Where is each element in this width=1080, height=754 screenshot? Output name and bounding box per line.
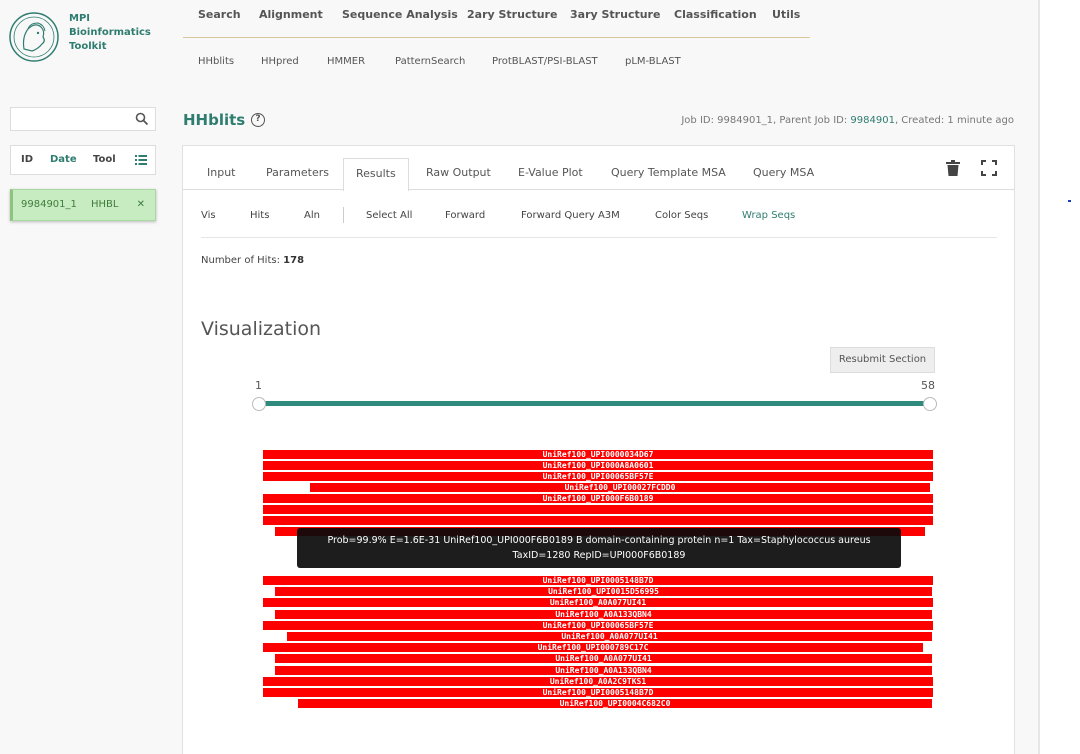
sort-tool[interactable]: Tool [93, 154, 116, 165]
range-max-label: 58 [921, 379, 935, 392]
hit-bar[interactable]: UniRef100_A0A077UI41 [275, 654, 932, 664]
hit-bar[interactable]: UniRef100_UPI0015D56995 [275, 587, 932, 597]
hit-bar[interactable]: UniRef100_UPI00027FCDD0 [310, 483, 930, 492]
job-list-item[interactable]: 9984901_1 HHBL ✕ [10, 189, 156, 221]
trash-icon[interactable] [946, 160, 960, 176]
toolbar-forward-query-a3m[interactable]: Forward Query A3M [521, 210, 620, 221]
range-slider-max-handle[interactable] [923, 397, 937, 411]
hit-bar[interactable]: UniRef100_UPI000F6B0189 [263, 494, 933, 503]
job-search-input[interactable] [11, 108, 126, 130]
job-id-label: Job ID: 9984901_1, Parent Job ID: [681, 115, 851, 126]
hit-count: Number of Hits: 178 [201, 255, 304, 266]
hit-bar[interactable]: UniRef100_UPI0005148B7D [263, 688, 933, 697]
tool-hmmer[interactable]: HMMER [327, 56, 365, 67]
brand-name: MPI Bioinformatics Toolkit [69, 12, 151, 54]
hit-bar[interactable]: UniRef100_A0A133QBN4 [275, 665, 932, 675]
toolbar-hits[interactable]: Hits [250, 210, 269, 221]
tool-hhblits[interactable]: HHblits [198, 56, 234, 67]
hit-bar[interactable]: UniRef100_UPI000789C17C [263, 643, 923, 653]
brand-line-1: MPI [69, 13, 91, 24]
job-list-header: ID Date Tool [10, 145, 156, 175]
job-meta: Job ID: 9984901_1, Parent Job ID: 998490… [681, 115, 1014, 126]
cursor-mark [1068, 200, 1071, 202]
tab-raw-output[interactable]: Raw Output [426, 166, 491, 179]
toolbar-divider [343, 207, 344, 223]
tab-parameters[interactable]: Parameters [266, 166, 329, 179]
tool-hhpred[interactable]: HHpred [261, 56, 299, 67]
tooltip-line-2: TaxID=1280 RepID=UPI000F6B0189 [512, 550, 686, 561]
tool-plm-blast[interactable]: pLM-BLAST [625, 56, 681, 67]
created-label: , Created: 1 minute ago [894, 115, 1014, 126]
range-min-label: 1 [255, 379, 262, 392]
hit-bar[interactable]: UniRef100_A0A077UI41 [263, 598, 933, 608]
range-slider-min-handle[interactable] [252, 397, 266, 411]
toolbar-wrap-seqs[interactable]: Wrap Seqs [742, 210, 795, 221]
search-icon[interactable] [135, 112, 149, 126]
toolbar-color-seqs[interactable]: Color Seqs [655, 210, 708, 221]
brand-line-3: Toolkit [69, 41, 107, 52]
range-slider-track[interactable] [261, 401, 929, 406]
hit-bar[interactable] [263, 516, 933, 525]
hit-bar[interactable]: UniRef100_UPI00065BF57E [263, 472, 933, 481]
tool-protblast[interactable]: ProtBLAST/PSI-BLAST [492, 56, 598, 67]
nav-classification[interactable]: Classification [674, 8, 757, 21]
section-nav: Search Alignment Sequence Analysis 2ary … [183, 0, 810, 38]
job-item-id: 9984901_1 [21, 199, 77, 210]
fullscreen-icon[interactable] [981, 160, 997, 176]
hit-count-value: 178 [283, 255, 305, 266]
tool-patternsearch[interactable]: PatternSearch [395, 56, 465, 67]
nav-utils[interactable]: Utils [772, 8, 800, 21]
tab-input[interactable]: Input [207, 166, 235, 179]
results-toolbar: Vis Hits Aln Select All Forward Forward … [201, 204, 997, 238]
right-strip [1038, 0, 1080, 754]
hit-bar[interactable]: UniRef100_A0A133QBN4 [275, 609, 932, 619]
parent-job-link[interactable]: 9984901 [850, 115, 895, 126]
toolbar-forward[interactable]: Forward [445, 210, 485, 221]
nav-3ary-structure[interactable]: 3ary Structure [570, 8, 660, 21]
hit-bar[interactable]: UniRef100_UPI00065BF57E [263, 620, 933, 630]
visualization-title: Visualization [201, 318, 322, 340]
hit-count-label: Number of Hits: [201, 255, 280, 266]
close-icon[interactable]: ✕ [137, 199, 145, 210]
nav-search[interactable]: Search [198, 8, 241, 21]
nav-2ary-structure[interactable]: 2ary Structure [467, 8, 557, 21]
toolbar-select-all[interactable]: Select All [366, 210, 412, 221]
hit-tooltip: Prob=99.9% E=1.6E-31 UniRef100_UPI000F6B… [297, 528, 901, 568]
results-tabs: Input Parameters Results Raw Output E-Va… [183, 146, 1014, 191]
hit-bar[interactable]: UniRef100_A0A2C9TKS1 [263, 676, 933, 686]
page-title: HHblits [183, 111, 246, 129]
job-item-tool: HHBL [91, 199, 119, 210]
tab-e-value-plot[interactable]: E-Value Plot [518, 166, 583, 179]
tab-query-msa[interactable]: Query MSA [753, 166, 814, 179]
tab-results[interactable]: Results [343, 158, 409, 191]
tab-query-template-msa[interactable]: Query Template MSA [611, 166, 726, 179]
hit-bar[interactable]: UniRef100_UPI0005148B7D [263, 576, 933, 585]
toolkit-logo[interactable]: MPI Bioinformatics Toolkit [8, 8, 158, 70]
brand-line-2: Bioinformatics [69, 27, 151, 38]
help-icon[interactable]: ? [251, 113, 265, 127]
list-icon[interactable] [135, 154, 147, 165]
resubmit-section-button[interactable]: Resubmit Section [830, 347, 935, 373]
toolbar-vis[interactable]: Vis [201, 210, 216, 221]
minerva-logo-icon [9, 12, 59, 62]
tooltip-line-1: Prob=99.9% E=1.6E-31 UniRef100_UPI000F6B… [327, 535, 871, 546]
nav-sequence-analysis[interactable]: Sequence Analysis [342, 8, 458, 21]
sort-id[interactable]: ID [21, 154, 33, 165]
hit-bar[interactable] [263, 505, 933, 514]
hit-bar[interactable]: UniRef100_A0A077UI41 [287, 632, 932, 641]
nav-alignment[interactable]: Alignment [259, 8, 323, 21]
hit-bar[interactable]: UniRef100_UPI0000034D67 [263, 450, 933, 459]
job-search [10, 107, 156, 131]
hit-bar[interactable]: UniRef100_UPI0004C682C0 [298, 699, 932, 709]
sort-date[interactable]: Date [50, 154, 77, 165]
toolbar-aln[interactable]: Aln [304, 210, 320, 221]
hit-bar[interactable]: UniRef100_UPI000A8A0601 [263, 461, 933, 470]
